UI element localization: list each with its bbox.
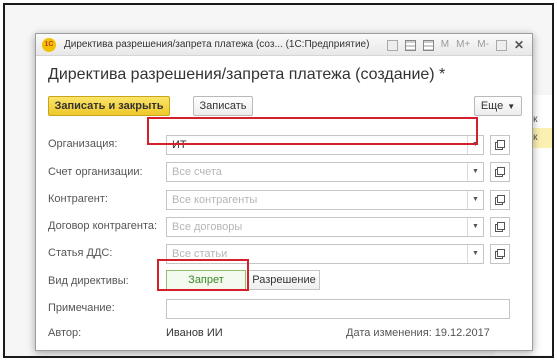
app-logo-icon: 1С (42, 38, 56, 52)
save-and-close-button[interactable]: Записать и закрыть (48, 96, 170, 116)
changed-date: Дата изменения: 19.12.2017 (346, 327, 490, 339)
author-label: Автор: (48, 327, 82, 339)
organization-field[interactable]: ИТ ▼ (166, 135, 484, 155)
open-counterparty-button[interactable] (490, 190, 510, 210)
counterparty-label: Контрагент: (48, 193, 108, 205)
close-icon[interactable]: ✕ (514, 37, 524, 53)
link-icon[interactable] (386, 39, 398, 51)
chevron-down-icon[interactable]: ▼ (467, 191, 483, 209)
chevron-down-icon: ▼ (507, 102, 516, 111)
author-value: Иванов ИИ (166, 327, 223, 339)
open-form-icon (495, 195, 505, 205)
cashflow-item-label: Статья ДДС: (48, 247, 113, 259)
open-form-icon (495, 249, 505, 259)
account-field[interactable]: Все счета ▼ (166, 162, 484, 182)
open-form-icon (495, 167, 505, 177)
counterparty-placeholder: Все контрагенты (172, 194, 258, 206)
memory-minus-icon[interactable]: M- (477, 37, 489, 53)
organization-label: Организация: (48, 138, 118, 150)
form-title: Директива разрешения/запрета платежа (со… (48, 66, 446, 83)
note-field[interactable] (166, 299, 510, 319)
maximize-icon[interactable] (495, 39, 507, 51)
open-account-button[interactable] (490, 162, 510, 182)
window-titlebar[interactable]: 1С Директива разрешения/запрета платежа … (36, 34, 532, 56)
directive-type-label: Вид директивы: (48, 275, 129, 287)
calculator-icon[interactable] (422, 39, 434, 51)
screenshot-frame: очек очек 1С Директива разрешения/запрет… (3, 3, 554, 358)
memory-plus-icon[interactable]: M+ (456, 37, 470, 53)
open-contract-button[interactable] (490, 217, 510, 237)
directive-type-deny-toggle[interactable]: Запрет (166, 270, 246, 290)
counterparty-field[interactable]: Все контрагенты ▼ (166, 190, 484, 210)
account-label: Счет организации: (48, 166, 143, 178)
chevron-down-icon[interactable]: ▼ (467, 136, 483, 154)
cashflow-item-field[interactable]: Все статьи ▼ (166, 244, 484, 264)
chevron-down-icon[interactable]: ▼ (467, 245, 483, 263)
save-button[interactable]: Записать (193, 96, 253, 116)
more-button-label: Еще (480, 100, 504, 112)
account-placeholder: Все счета (172, 166, 222, 178)
note-label: Примечание: (48, 302, 115, 314)
open-organization-button[interactable] (490, 135, 510, 155)
directive-type-allow-toggle[interactable]: Разрешение (248, 270, 320, 290)
chevron-down-icon[interactable]: ▼ (467, 218, 483, 236)
cashflow-item-placeholder: Все статьи (172, 248, 228, 260)
open-form-icon (495, 140, 505, 150)
calendar-icon[interactable] (404, 39, 416, 51)
more-button[interactable]: Еще ▼ (474, 96, 522, 116)
titlebar-icons: M M+ M- ✕ (386, 37, 524, 53)
open-cashflow-item-button[interactable] (490, 244, 510, 264)
directive-window: 1С Директива разрешения/запрета платежа … (35, 33, 533, 351)
open-form-icon (495, 222, 505, 232)
contract-field[interactable]: Все договоры ▼ (166, 217, 484, 237)
contract-label: Договор контрагента: (48, 220, 158, 232)
window-title: Директива разрешения/запрета платежа (со… (64, 39, 370, 50)
organization-value: ИТ (172, 139, 187, 151)
chevron-down-icon[interactable]: ▼ (467, 163, 483, 181)
memory-icon[interactable]: M (441, 37, 449, 53)
contract-placeholder: Все договоры (172, 221, 243, 233)
